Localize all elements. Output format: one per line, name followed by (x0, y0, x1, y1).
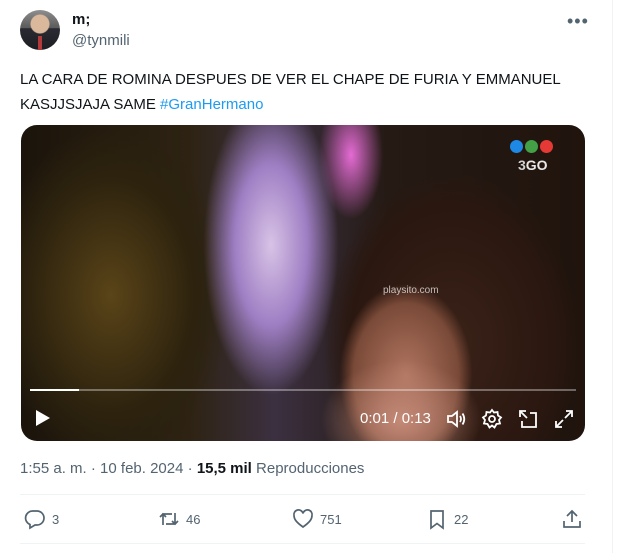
divider-bottom (20, 543, 585, 544)
bookmark-button[interactable]: 22 (426, 508, 468, 530)
tweet-date[interactable]: 10 feb. 2024 (100, 460, 183, 477)
share-icon (563, 509, 581, 528)
retweet-count: 46 (186, 511, 201, 527)
retweet-icon (159, 512, 179, 526)
channel-logo-text: 3GO (518, 157, 548, 173)
tweet-body: LA CARA DE ROMINA DESPUES DE VER EL CHAP… (20, 71, 561, 113)
reply-count: 3 (52, 511, 60, 527)
tweet-card: m; @tynmili ••• LA CARA DE ROMINA DESPUE… (0, 0, 613, 553)
like-button[interactable]: 751 (292, 508, 342, 530)
settings-icon[interactable] (481, 408, 503, 430)
video-player[interactable]: 3GO playsito.com 0:01 / 0:13 (21, 125, 585, 441)
volume-icon[interactable] (445, 408, 467, 430)
fullscreen-icon[interactable] (553, 408, 575, 430)
logo-dot-green (525, 140, 538, 153)
like-icon (293, 509, 313, 529)
like-count: 751 (320, 511, 342, 527)
views-count: 15,5 mil (196, 460, 252, 477)
play-icon[interactable] (34, 408, 52, 430)
time-display: 0:01 / 0:13 (360, 410, 431, 427)
author-handle[interactable]: @tynmili (72, 32, 130, 49)
tweet-text: LA CARA DE ROMINA DESPUES DE VER EL CHAP… (20, 67, 590, 117)
retweet-button[interactable]: 46 (158, 508, 200, 530)
logo-dot-red (540, 140, 553, 153)
tweet-time[interactable]: 1:55 a. m. (20, 460, 87, 477)
meta-separator-2: · (187, 460, 193, 477)
meta-separator: · (90, 460, 96, 477)
reply-icon (24, 510, 45, 530)
hashtag-link[interactable]: #GranHermano (160, 96, 263, 113)
tweet-meta: 1:55 a. m. · 10 feb. 2024 · 15,5 mil Rep… (20, 460, 364, 477)
reply-button[interactable]: 3 (24, 508, 59, 530)
avatar[interactable] (20, 10, 60, 50)
channel-logo: 3GO (508, 140, 568, 178)
progress-fill (30, 389, 80, 391)
more-icon[interactable]: ••• (567, 11, 589, 32)
logo-dot-blue (510, 140, 523, 153)
video-watermark: playsito.com (383, 285, 439, 296)
views-label: Reproducciones (256, 460, 365, 477)
divider-top (20, 494, 585, 495)
bookmark-count: 22 (454, 511, 469, 527)
bookmark-icon (430, 510, 444, 530)
pip-icon[interactable] (517, 408, 539, 430)
share-button[interactable] (561, 508, 589, 530)
progress-bar[interactable] (30, 389, 576, 391)
author-name[interactable]: m; (72, 11, 90, 28)
